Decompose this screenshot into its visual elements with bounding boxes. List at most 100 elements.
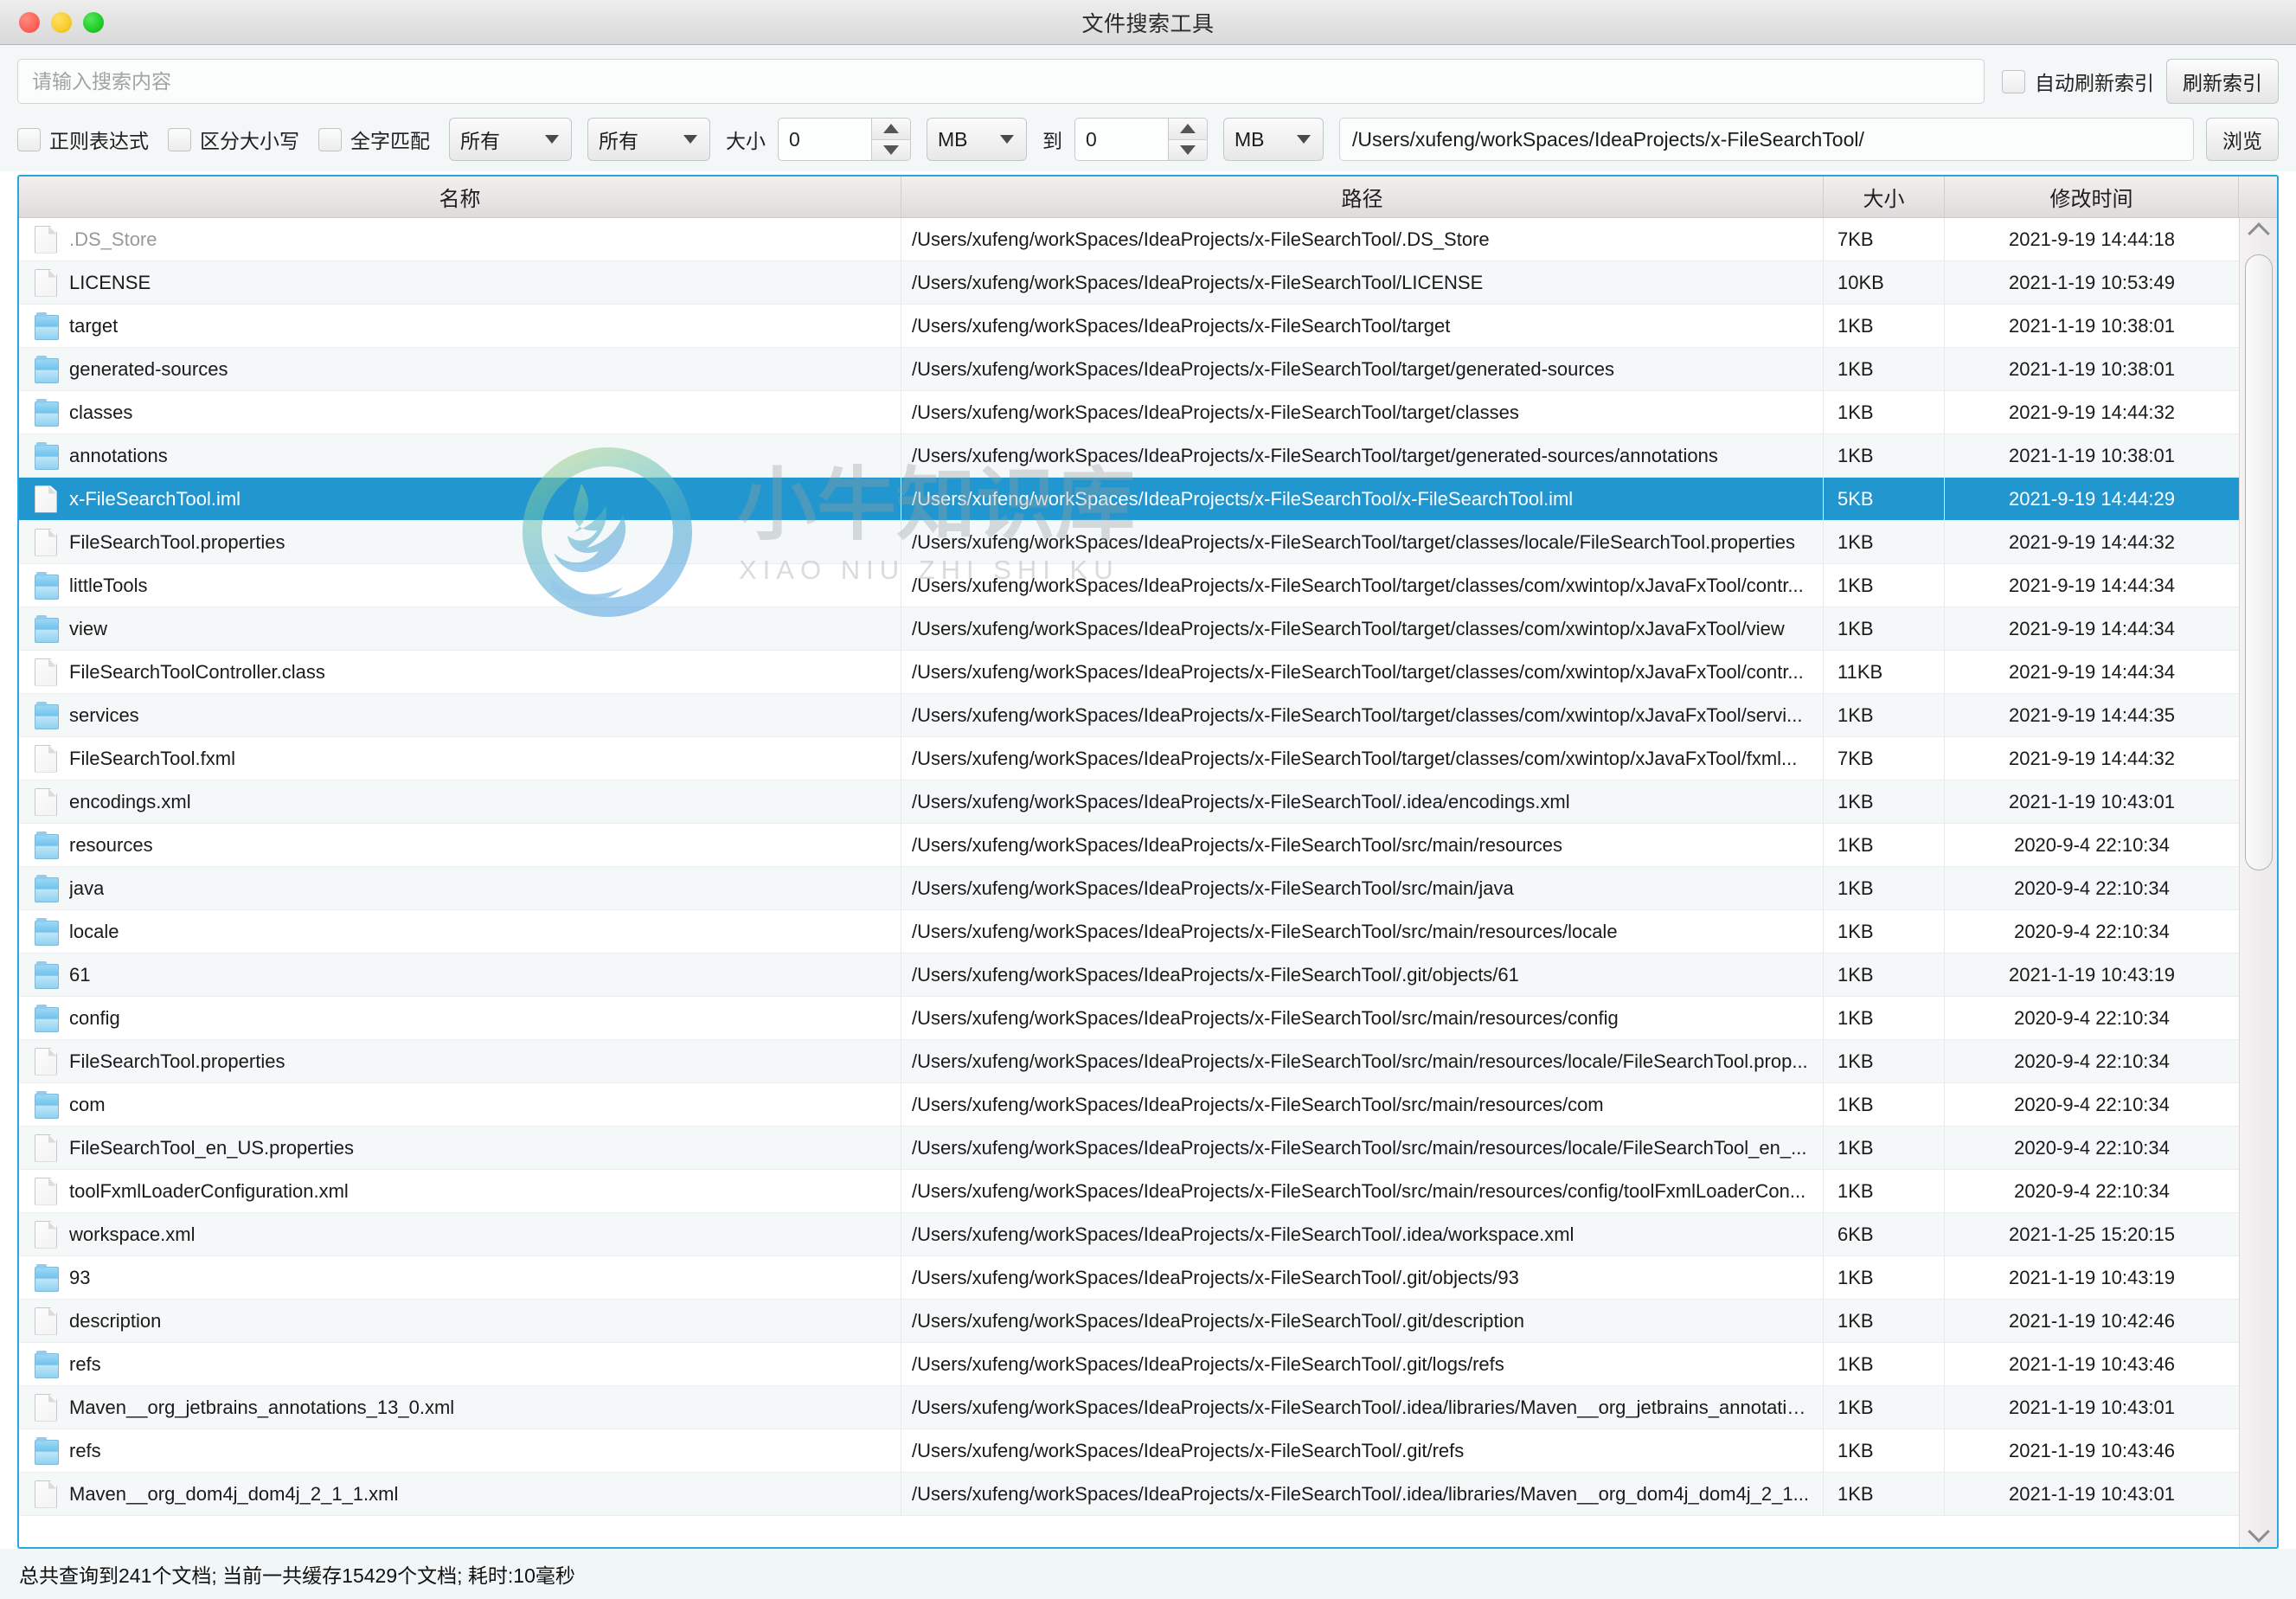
size-from-decrement-button[interactable] (872, 138, 910, 160)
cell-size: 1KB (1824, 996, 1945, 1040)
table-row[interactable]: annotations/Users/xufeng/workSpaces/Idea… (19, 433, 2239, 478)
table-row[interactable]: LICENSE/Users/xufeng/workSpaces/IdeaProj… (19, 260, 2239, 305)
size-from-input[interactable] (778, 118, 871, 161)
cell-modified-time: 2020-9-4 22:10:34 (2014, 1050, 2170, 1072)
size-to-input[interactable] (1074, 118, 1168, 161)
cell-modified-time: 2021-1-19 10:43:01 (2008, 1396, 2176, 1418)
column-header-path[interactable]: 路径 (901, 177, 1824, 217)
table-row[interactable]: littleTools/Users/xufeng/workSpaces/Idea… (19, 563, 2239, 607)
auto-refresh-option[interactable]: 自动刷新索引 (2002, 67, 2154, 96)
case-sensitive-checkbox[interactable] (168, 127, 191, 151)
table-row[interactable]: classes/Users/xufeng/workSpaces/IdeaProj… (19, 390, 2239, 434)
scrollbar-thumb[interactable] (2245, 254, 2273, 870)
cell-path: /Users/xufeng/workSpaces/IdeaProjects/x-… (901, 1169, 1824, 1213)
size-from-stepper-buttons[interactable] (871, 118, 911, 161)
cell-size: 1KB (1824, 823, 1945, 867)
table-row[interactable]: refs/Users/xufeng/workSpaces/IdeaProject… (19, 1429, 2239, 1473)
cell-path: /Users/xufeng/workSpaces/IdeaProjects/x-… (901, 218, 1824, 261)
table-row[interactable]: FileSearchTool.properties/Users/xufeng/w… (19, 520, 2239, 564)
column-header-modified-time[interactable]: 修改时间 (1945, 177, 2239, 217)
cell-name: refs (19, 1429, 901, 1473)
table-row[interactable]: FileSearchTool.fxml/Users/xufeng/workSpa… (19, 736, 2239, 780)
table-row[interactable]: FileSearchTool.properties/Users/xufeng/w… (19, 1039, 2239, 1083)
cell-size: 1KB (1824, 1169, 1945, 1213)
vertical-scrollbar[interactable] (2239, 218, 2277, 1547)
table-row[interactable]: encodings.xml/Users/xufeng/workSpaces/Id… (19, 780, 2239, 824)
table-row[interactable]: generated-sources/Users/xufeng/workSpace… (19, 347, 2239, 391)
table-row[interactable]: services/Users/xufeng/workSpaces/IdeaPro… (19, 693, 2239, 737)
browse-button[interactable]: 浏览 (2206, 118, 2279, 161)
size-to-increment-button[interactable] (1169, 119, 1207, 139)
toolbar: 自动刷新索引 刷新索引 正则表达式 区分大小写 全字匹配 所有 (0, 45, 2296, 171)
table-row[interactable]: java/Users/xufeng/workSpaces/IdeaProject… (19, 866, 2239, 910)
table-row[interactable]: workspace.xml/Users/xufeng/workSpaces/Id… (19, 1212, 2239, 1256)
table-row[interactable]: FileSearchTool_en_US.properties/Users/xu… (19, 1126, 2239, 1170)
column-header-name[interactable]: 名称 (19, 177, 901, 217)
size-from-unit-select[interactable]: MB (927, 118, 1027, 161)
table-row[interactable]: 93/Users/xufeng/workSpaces/IdeaProjects/… (19, 1255, 2239, 1300)
cell-name: toolFxmlLoaderConfiguration.xml (19, 1169, 901, 1213)
scroll-up-button[interactable] (2240, 218, 2277, 245)
folder-icon (35, 1436, 59, 1465)
table-row[interactable]: locale/Users/xufeng/workSpaces/IdeaProje… (19, 909, 2239, 954)
cell-name: com (19, 1082, 901, 1127)
table-row[interactable]: FileSearchToolController.class/Users/xuf… (19, 650, 2239, 694)
cell-path: /Users/xufeng/workSpaces/IdeaProjects/x-… (901, 909, 1824, 954)
case-sensitive-option[interactable]: 区分大小写 (168, 125, 299, 154)
whole-word-checkbox[interactable] (318, 127, 342, 151)
search-path-input[interactable] (1339, 118, 2194, 161)
whole-word-option[interactable]: 全字匹配 (318, 125, 430, 154)
table-row[interactable]: 61/Users/xufeng/workSpaces/IdeaProjects/… (19, 953, 2239, 997)
cell-size: 1KB (1824, 607, 1945, 651)
cell-modified-time: 2021-9-19 14:44:32 (2008, 401, 2176, 423)
cell-path: /Users/xufeng/workSpaces/IdeaProjects/x-… (901, 1429, 1824, 1473)
scope-select[interactable]: 所有 (587, 118, 710, 161)
folder-icon (35, 874, 59, 902)
cell-name: generated-sources (19, 347, 901, 391)
table-row[interactable]: toolFxmlLoaderConfiguration.xml/Users/xu… (19, 1169, 2239, 1213)
cell-path: /Users/xufeng/workSpaces/IdeaProjects/x-… (901, 563, 1824, 607)
table-row[interactable]: com/Users/xufeng/workSpaces/IdeaProjects… (19, 1082, 2239, 1127)
auto-refresh-checkbox[interactable] (2002, 69, 2025, 93)
status-bar: 总共查询到241个文档; 当前一共缓存15429个文档; 耗时:10毫秒 (0, 1549, 2296, 1599)
cell-size: 1KB (1824, 304, 1945, 348)
regex-checkbox[interactable] (17, 127, 41, 151)
search-input[interactable] (17, 59, 1985, 104)
cell-path: /Users/xufeng/workSpaces/IdeaProjects/x-… (901, 736, 1824, 780)
minimize-window-icon[interactable] (51, 11, 72, 33)
file-type-select-value: 所有 (460, 130, 500, 152)
folder-icon (35, 614, 59, 643)
cell-path: /Users/xufeng/workSpaces/IdeaProjects/x-… (901, 607, 1824, 651)
cell-size: 1KB (1824, 1429, 1945, 1473)
table-row[interactable]: x-FileSearchTool.iml/Users/xufeng/workSp… (19, 477, 2239, 521)
table-row[interactable]: target/Users/xufeng/workSpaces/IdeaProje… (19, 304, 2239, 348)
table-row[interactable]: resources/Users/xufeng/workSpaces/IdeaPr… (19, 823, 2239, 867)
table-row[interactable]: .DS_Store/Users/xufeng/workSpaces/IdeaPr… (19, 218, 2239, 261)
regex-option[interactable]: 正则表达式 (17, 125, 149, 154)
size-to-stepper-buttons[interactable] (1168, 118, 1208, 161)
zoom-window-icon[interactable] (83, 11, 104, 33)
table-row[interactable]: Maven__org_jetbrains_annotations_13_0.xm… (19, 1385, 2239, 1429)
close-window-icon[interactable] (19, 11, 40, 33)
table-row[interactable]: refs/Users/xufeng/workSpaces/IdeaProject… (19, 1342, 2239, 1386)
file-name-text: FileSearchTool.properties (69, 1050, 285, 1072)
size-to-decrement-button[interactable] (1169, 138, 1207, 160)
table-row[interactable]: Maven__org_dom4j_dom4j_2_1_1.xml/Users/x… (19, 1472, 2239, 1516)
file-name-text: config (69, 1006, 120, 1029)
table-row[interactable]: config/Users/xufeng/workSpaces/IdeaProje… (19, 996, 2239, 1040)
cell-modified-time: 2021-9-19 14:44:34 (2008, 617, 2176, 639)
table-row[interactable]: description/Users/xufeng/workSpaces/Idea… (19, 1299, 2239, 1343)
column-header-size[interactable]: 大小 (1824, 177, 1945, 217)
cell-modified-time: 2021-9-19 14:44:34 (2008, 660, 2176, 683)
cell-size: 1KB (1824, 953, 1945, 997)
table-row[interactable]: view/Users/xufeng/workSpaces/IdeaProject… (19, 607, 2239, 651)
file-type-select[interactable]: 所有 (449, 118, 572, 161)
traffic-lights (19, 11, 104, 33)
cell-size: 1KB (1824, 909, 1945, 954)
size-to-unit-select[interactable]: MB (1223, 118, 1324, 161)
size-to-stepper[interactable] (1074, 118, 1208, 161)
scroll-down-button[interactable] (2240, 1520, 2277, 1547)
size-from-stepper[interactable] (778, 118, 911, 161)
refresh-index-button[interactable]: 刷新索引 (2166, 59, 2279, 104)
size-from-increment-button[interactable] (872, 119, 910, 139)
